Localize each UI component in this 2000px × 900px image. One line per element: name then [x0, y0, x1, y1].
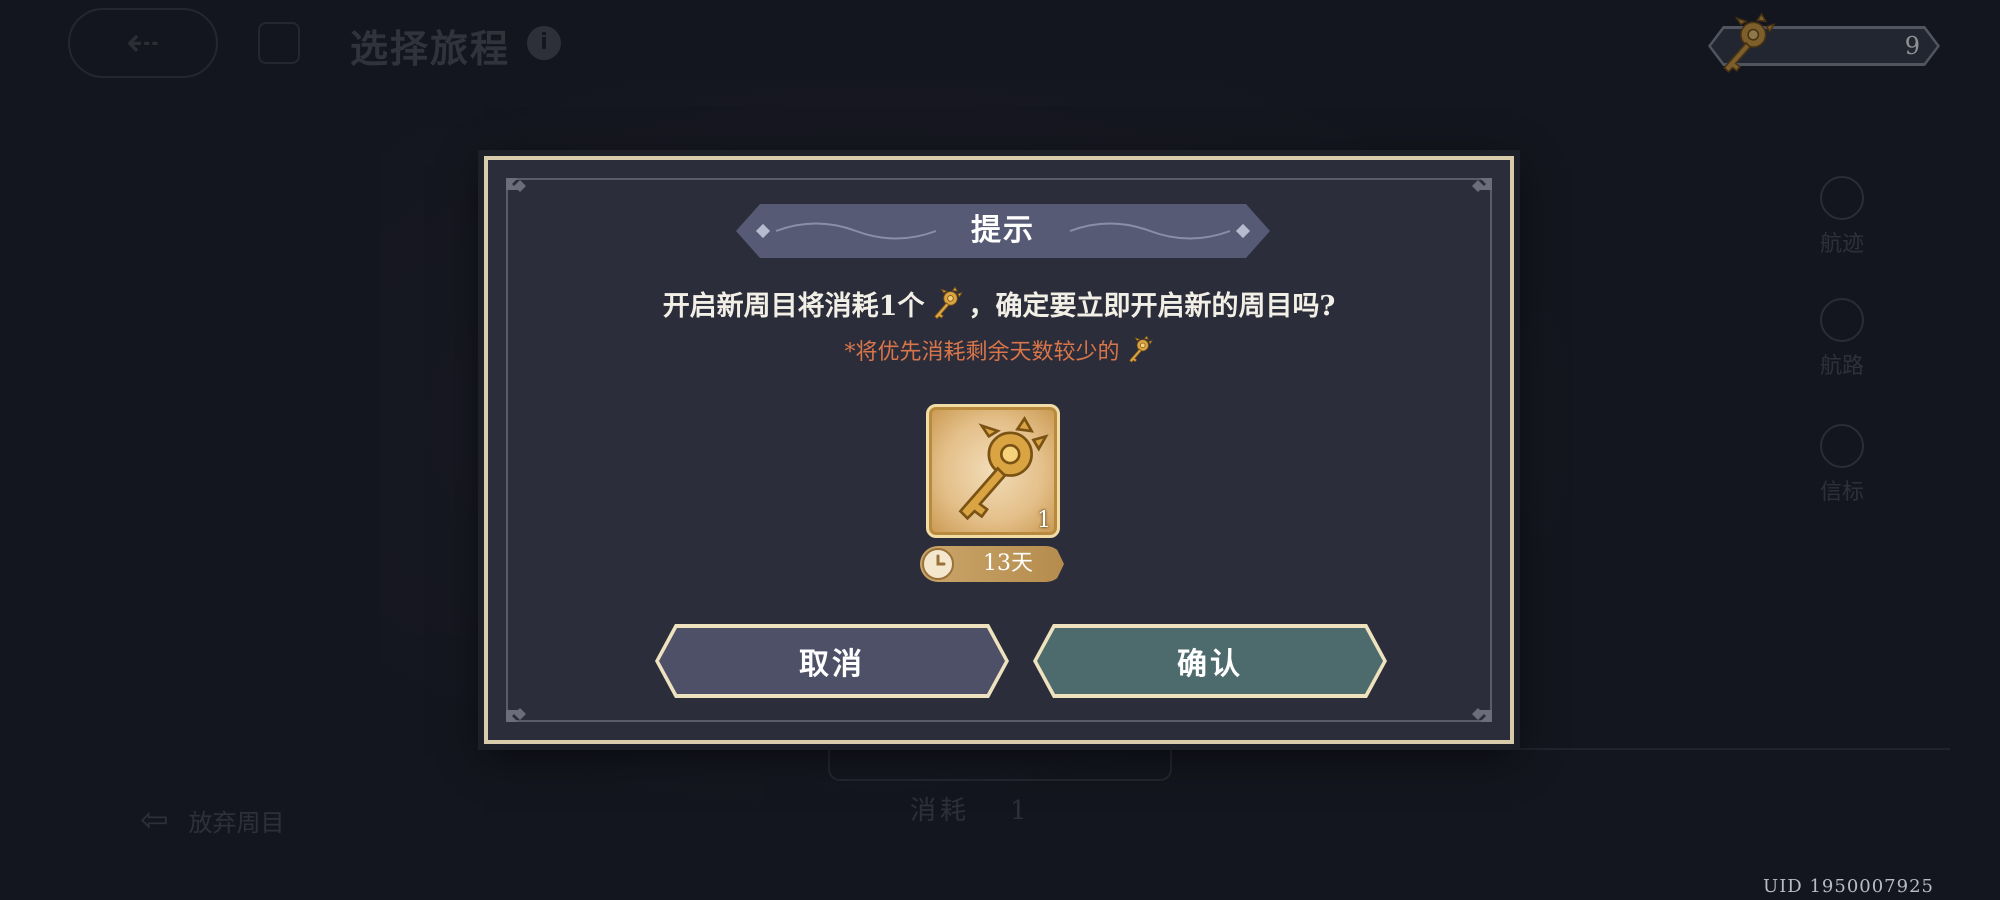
message-text-before: 开启新周目将消耗1个	[662, 291, 925, 322]
corner-ornament-icon	[1472, 178, 1492, 192]
golden-key-icon	[1124, 335, 1154, 365]
confirm-button[interactable]: 确认	[1037, 628, 1383, 694]
item-card[interactable]: 1	[926, 404, 1060, 538]
confirm-dialog: 提示 开启新周目将消耗1个 ，确定要立即开启新的周目吗? *将优先消耗剩余天数较…	[484, 156, 1514, 744]
item-quantity: 1	[1037, 508, 1051, 533]
note-text: *将优先消耗剩余天数较少的	[844, 340, 1120, 365]
message-text-after: ，确定要立即开启新的周目吗?	[968, 291, 1336, 322]
cancel-button[interactable]: 取消	[659, 628, 1005, 694]
corner-ornament-icon	[506, 178, 526, 192]
corner-ornament-icon	[1472, 708, 1492, 722]
user-id: UID 1950007925	[1763, 876, 1934, 897]
clock-icon	[922, 548, 954, 580]
corner-ornament-icon	[506, 708, 526, 722]
dialog-note: *将优先消耗剩余天数较少的	[488, 334, 1510, 366]
dialog-message: 开启新周目将消耗1个 ，确定要立即开启新的周目吗?	[488, 284, 1510, 323]
remaining-time-badge: 13天	[920, 546, 1064, 582]
dialog-title: 提示	[971, 213, 1035, 248]
golden-key-icon	[928, 286, 964, 322]
remaining-time: 13天	[983, 551, 1033, 576]
title-banner: 提示	[736, 204, 1270, 258]
golden-key-icon	[939, 415, 1053, 529]
